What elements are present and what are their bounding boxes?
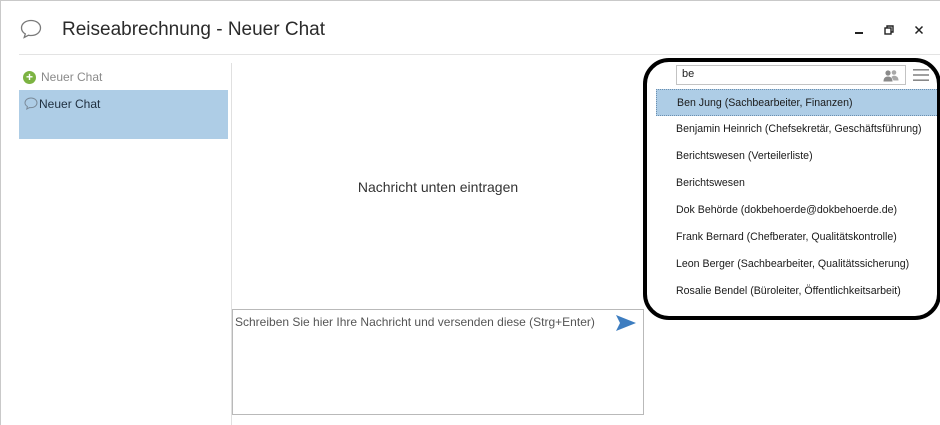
restore-icon[interactable] xyxy=(881,23,897,39)
close-icon[interactable] xyxy=(911,23,927,39)
search-result-item[interactable]: Ben Jung (Sachbearbeiter, Finanzen) xyxy=(656,89,940,116)
contact-search-results: Ben Jung (Sachbearbeiter, Finanzen) Benj… xyxy=(656,89,940,307)
chat-window: Reiseabrechnung - Neuer Chat + Neuer Cha… xyxy=(0,0,940,425)
title-bar: Reiseabrechnung - Neuer Chat xyxy=(1,1,940,53)
plus-circle-icon: + xyxy=(23,70,36,84)
minimize-icon[interactable] xyxy=(851,23,867,39)
search-result-item[interactable]: Rosalie Bendel (Büroleiter, Öffentlichke… xyxy=(656,278,940,305)
empty-conversation-message: Nachricht unten eintragen xyxy=(357,179,519,195)
search-query: be xyxy=(682,68,695,80)
message-input-placeholder: Schreiben Sie hier Ihre Nachricht und ve… xyxy=(235,315,595,329)
contact-search-input[interactable]: be xyxy=(676,65,906,85)
search-result-item[interactable]: Berichtswesen xyxy=(656,170,940,197)
chat-list-pane: + Neuer Chat Neuer Chat xyxy=(19,63,228,423)
search-result-item[interactable]: Leon Berger (Sachbearbeiter, Qualitätssi… xyxy=(656,251,940,278)
chat-bubble-icon xyxy=(20,19,42,39)
window-title: Reiseabrechnung - Neuer Chat xyxy=(62,19,325,40)
people-icon[interactable] xyxy=(883,69,899,82)
new-chat-label: Neuer Chat xyxy=(41,70,103,84)
send-arrow-icon[interactable] xyxy=(615,314,637,332)
search-result-item[interactable]: Benjamin Heinrich (Chefsekretär, Geschäf… xyxy=(656,116,940,143)
chat-list-item[interactable]: Neuer Chat xyxy=(19,90,228,139)
hamburger-menu-icon[interactable] xyxy=(913,68,929,82)
chat-item-label: Neuer Chat xyxy=(39,97,101,111)
title-divider xyxy=(19,54,940,55)
search-result-item[interactable]: Dok Behörde (dokbehoerde@dokbehoerde.de) xyxy=(656,197,940,224)
message-input[interactable]: Schreiben Sie hier Ihre Nachricht und ve… xyxy=(232,309,644,415)
search-result-item[interactable]: Frank Bernard (Chefberater, Qualitätskon… xyxy=(656,224,940,251)
new-chat-button[interactable]: + Neuer Chat xyxy=(23,68,102,86)
search-result-item[interactable]: Berichtswesen (Verteilerliste) xyxy=(656,143,940,170)
chat-bubble-icon xyxy=(24,97,38,110)
